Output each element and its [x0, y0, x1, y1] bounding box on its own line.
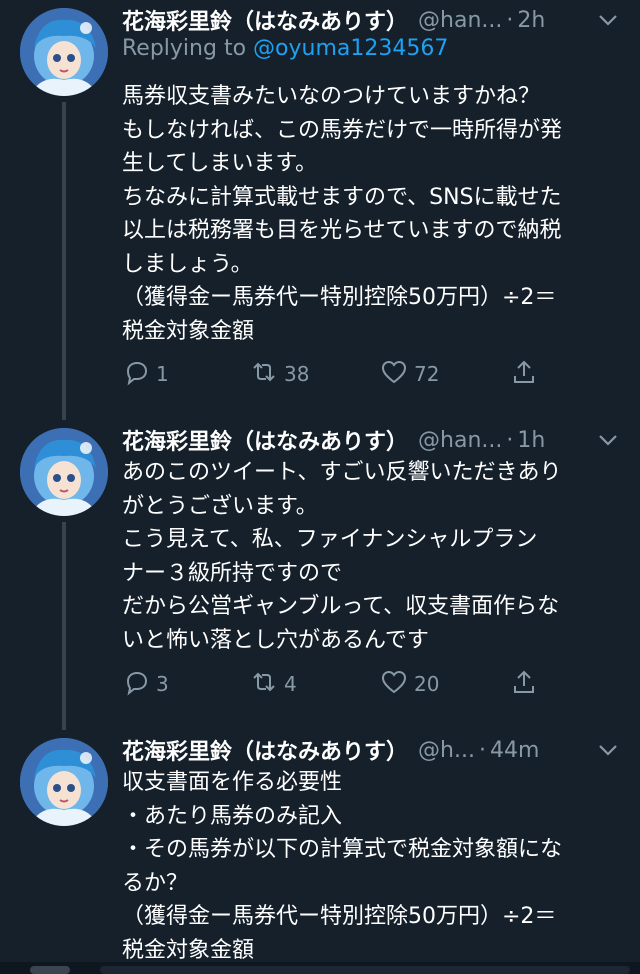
- reply-icon: [122, 358, 150, 391]
- share-button[interactable]: [510, 358, 538, 390]
- separator-dot: ·: [478, 737, 486, 763]
- mention-link[interactable]: @oyuma1234567: [253, 36, 448, 61]
- avatar[interactable]: [20, 8, 108, 96]
- user-handle[interactable]: @han...: [418, 428, 502, 453]
- like-count: 20: [414, 672, 440, 696]
- avatar[interactable]: [20, 428, 108, 516]
- tweet-actions: 1 38 72: [122, 358, 622, 390]
- heart-icon: [380, 358, 408, 391]
- tweet-actions: 3 4 20: [122, 668, 622, 700]
- heart-icon: [380, 668, 408, 701]
- replying-to: Replying to @oyuma1234567: [122, 36, 448, 61]
- timestamp[interactable]: 1h: [517, 428, 545, 453]
- retweet-icon: [250, 358, 278, 391]
- tweet-text: あのこのツイート、すごい反響いただきあり がとうございます。 こう見えて、私、フ…: [122, 460, 562, 653]
- share-icon: [510, 358, 538, 391]
- chevron-down-icon[interactable]: [596, 428, 620, 452]
- reply-button[interactable]: 1: [122, 358, 169, 390]
- like-count: 72: [414, 362, 440, 386]
- separator-dot: ·: [506, 427, 514, 453]
- user-handle[interactable]: @han...: [418, 8, 502, 33]
- retweet-button[interactable]: 4: [250, 668, 297, 700]
- retweet-icon: [250, 668, 278, 701]
- chevron-down-icon[interactable]: [596, 8, 620, 32]
- reply-count: 3: [156, 672, 169, 696]
- retweet-button[interactable]: 38: [250, 358, 309, 390]
- tweet-header: 花海彩里鈴（はなみありす） @han... · 1h: [122, 422, 620, 458]
- tab-indicator[interactable]: [30, 966, 70, 974]
- tweet-text: 馬券収支書みたいなのつけていますかね？ もしなければ、この馬券だけで一時所得が発…: [122, 84, 563, 344]
- reply-icon: [122, 668, 150, 701]
- tweet-header: 花海彩里鈴（はなみありす） @han... · 2h: [122, 2, 620, 38]
- tweet-1[interactable]: 花海彩里鈴（はなみありす） @han... · 2h Replying to @…: [0, 0, 640, 420]
- retweet-count: 4: [284, 672, 297, 696]
- reply-button[interactable]: 3: [122, 668, 169, 700]
- display-name[interactable]: 花海彩里鈴（はなみありす）: [122, 734, 408, 766]
- avatar[interactable]: [20, 738, 108, 826]
- retweet-count: 38: [284, 362, 310, 386]
- tweet-header: 花海彩里鈴（はなみありす） @h... · 44m: [122, 732, 620, 768]
- thread-line: [62, 102, 66, 420]
- timestamp[interactable]: 44m: [490, 738, 539, 763]
- share-button[interactable]: [510, 668, 538, 700]
- reply-count: 1: [156, 362, 169, 386]
- timestamp[interactable]: 2h: [517, 8, 545, 33]
- share-icon: [510, 668, 538, 701]
- bottom-tab-bar: [0, 962, 640, 974]
- chevron-down-icon[interactable]: [596, 738, 620, 762]
- separator-dot: ·: [506, 7, 514, 33]
- like-button[interactable]: 72: [380, 358, 439, 390]
- user-handle[interactable]: @h...: [418, 738, 475, 763]
- display-name[interactable]: 花海彩里鈴（はなみありす）: [122, 4, 408, 36]
- compose-bar[interactable]: [100, 966, 630, 974]
- tweet-2[interactable]: 花海彩里鈴（はなみありす） @han... · 1h あのこのツイート、すごい反…: [0, 420, 640, 730]
- thread-line: [62, 522, 66, 730]
- tweet-3[interactable]: 花海彩里鈴（はなみありす） @h... · 44m 収支書面を作る必要性 ・あた…: [0, 730, 640, 962]
- replying-to-label: Replying to: [122, 36, 254, 61]
- display-name[interactable]: 花海彩里鈴（はなみありす）: [122, 424, 408, 456]
- like-button[interactable]: 20: [380, 668, 439, 700]
- tweet-text: 収支書面を作る必要性 ・あたり馬券のみ記入 ・その馬券が以下の計算式で税金対象額…: [122, 770, 563, 962]
